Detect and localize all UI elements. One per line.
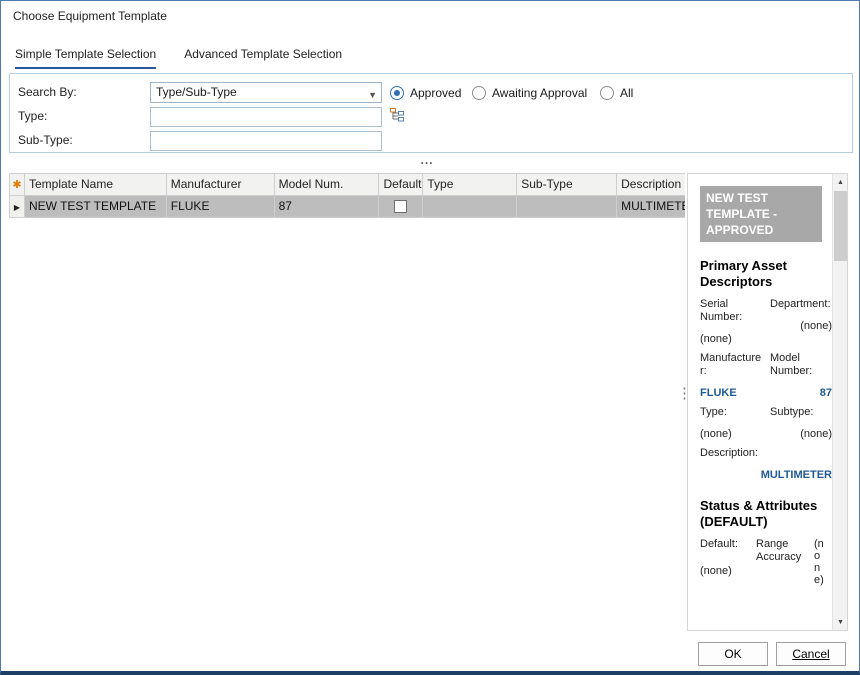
grid-indicator-header: ✱ [10,174,25,196]
field-range-accuracy-value: (none) [814,538,826,586]
cell-default [379,196,423,218]
cancel-button[interactable]: Cancel [776,642,846,666]
grid-header-row: ✱ Template Name Manufacturer Model Num. … [10,174,685,196]
choose-equipment-template-dialog: Choose Equipment Template Simple Templat… [0,0,860,675]
field-serial-number: Serial Number: (none) [700,298,762,346]
new-row-asterisk-icon: ✱ [12,179,21,191]
cell-description[interactable]: MULTIMETER [617,196,685,218]
search-by-selected-value: Type/Sub-Type [156,85,237,99]
search-panel: Search By: Type/Sub-Type ▼ Approved Awai… [9,73,853,153]
status-fields: Default: (none) Range Accuracy (none) [700,538,829,586]
primary-descriptors-heading: Primary Asset Descriptors [700,258,829,290]
details-panel-splitter[interactable]: ⋮ [677,387,685,417]
details-header: NEW TEST TEMPLATE - APPROVED [700,186,822,242]
tab-simple-template-selection[interactable]: Simple Template Selection [15,47,156,69]
field-range-accuracy-label: Range Accuracy [756,538,806,586]
column-header-template-name[interactable]: Template Name [25,174,167,196]
default-checkbox[interactable] [394,200,407,213]
column-header-manufacturer[interactable]: Manufacturer [167,174,275,196]
type-label: Type: [18,106,47,127]
templates-grid: ✱ Template Name Manufacturer Model Num. … [9,173,685,218]
radio-awaiting-approval-label: Awaiting Approval [492,86,587,100]
column-header-description[interactable]: Description [617,174,685,196]
field-description: Description: MULTIMETER [700,447,832,482]
dialog-title: Choose Equipment Template [13,9,167,23]
table-row[interactable]: ▶ NEW TEST TEMPLATE FLUKE 87 MULTIMETER [10,196,685,218]
ok-button[interactable]: OK [698,642,768,666]
scroll-down-icon[interactable]: ▼ [833,614,848,630]
column-header-sub-type[interactable]: Sub-Type [517,174,617,196]
radio-all[interactable]: All [600,85,633,101]
field-subtype: Subtype: (none) [770,406,832,441]
row-pointer-icon: ▶ [14,203,20,212]
primary-descriptors-fields: Serial Number: (none) Department: (none)… [700,298,829,482]
radio-all-label: All [620,86,633,100]
cell-template-name[interactable]: NEW TEST TEMPLATE [25,196,167,218]
sub-type-input[interactable] [150,131,382,151]
field-manufacturer: Manufacturer: FLUKE [700,352,762,400]
row-indicator-cell: ▶ [10,196,25,218]
scroll-up-icon[interactable]: ▲ [833,174,848,190]
column-header-model-num[interactable]: Model Num. [275,174,380,196]
cell-type[interactable] [423,196,517,218]
radio-approved-label: Approved [410,86,461,100]
hierarchy-tree-icon [389,111,407,126]
radio-awaiting-approval-icon [472,86,486,100]
radio-all-icon [600,86,614,100]
field-department: Department: (none) [770,298,832,346]
field-type: Type: (none) [700,406,762,441]
column-header-type[interactable]: Type [423,174,517,196]
cell-model-num[interactable]: 87 [275,196,380,218]
status-attributes-heading: Status & Attributes (DEFAULT) [700,498,829,530]
cell-sub-type[interactable] [517,196,617,218]
search-by-label: Search By: [18,82,77,103]
radio-approved[interactable]: Approved [390,85,461,101]
details-scrollbar[interactable]: ▲ ▼ [832,174,847,630]
search-by-dropdown[interactable]: Type/Sub-Type ▼ [150,82,382,103]
column-header-default[interactable]: Default [379,174,423,196]
scrollbar-thumb[interactable] [834,191,847,261]
cell-manufacturer[interactable]: FLUKE [167,196,275,218]
type-input[interactable] [150,107,382,127]
details-content: NEW TEST TEMPLATE - APPROVED Primary Ass… [688,174,832,630]
radio-approved-icon [390,86,404,100]
type-hierarchy-lookup-button[interactable] [388,107,408,125]
radio-awaiting-approval[interactable]: Awaiting Approval [472,85,587,101]
details-panel: NEW TEST TEMPLATE - APPROVED Primary Ass… [687,173,848,631]
field-model-number: Model Number: 87 [770,352,832,400]
tab-advanced-template-selection[interactable]: Advanced Template Selection [184,47,342,69]
field-default: Default: (none) [700,538,748,586]
panel-collapse-splitter[interactable]: ... [1,153,853,167]
sub-type-label: Sub-Type: [18,130,73,151]
chevron-down-icon: ▼ [368,86,377,105]
tab-strip: Simple Template Selection Advanced Templ… [15,47,342,69]
